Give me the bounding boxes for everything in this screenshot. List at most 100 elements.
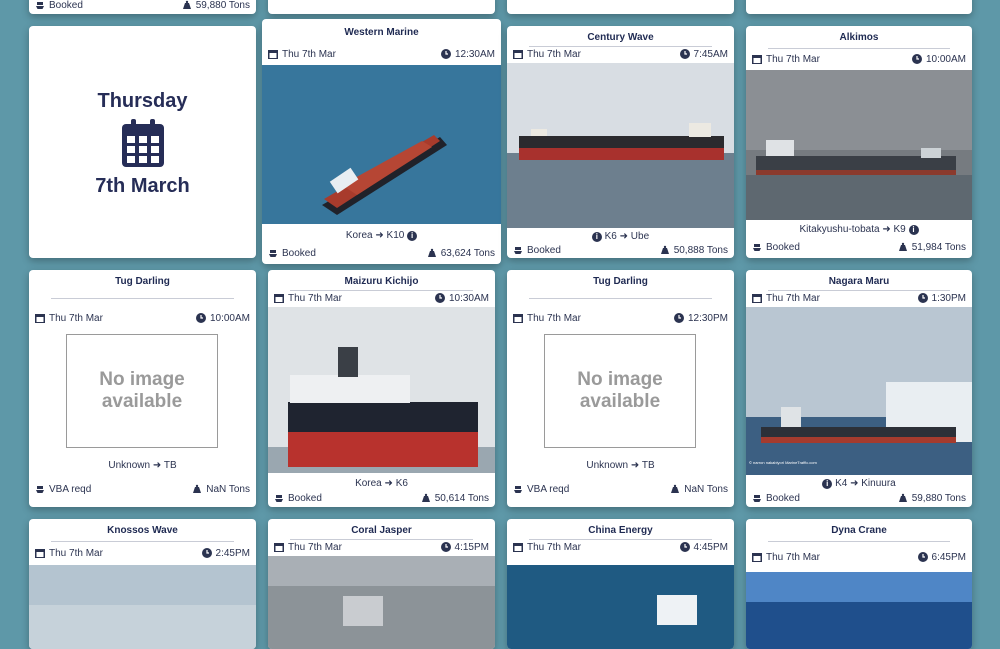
arrival-date: Thu 7th Mar xyxy=(766,292,820,304)
ship-photo xyxy=(29,565,256,649)
ship-card[interactable]: Tug Darling Thu 7th Mar 12:30PM No image… xyxy=(507,270,734,507)
arrival-date: Thu 7th Mar xyxy=(49,312,103,324)
route-to: Ube xyxy=(630,231,650,242)
arrival-time: 4:45PM xyxy=(693,541,728,553)
ship-card-partial[interactable] xyxy=(746,0,972,14)
weight-icon xyxy=(898,242,907,251)
tonnage-label: NaN Tons xyxy=(206,483,250,495)
weight-icon xyxy=(671,484,680,493)
status-label: Booked xyxy=(766,492,800,504)
arrow-right-icon: ➜ xyxy=(619,231,629,242)
ship-name: Alkimos xyxy=(839,32,879,43)
arrow-right-icon: ➜ xyxy=(850,478,859,489)
ship-card[interactable]: Tug Darling Thu 7th Mar 10:00AM No image… xyxy=(29,270,256,507)
status-label: Booked xyxy=(288,492,322,504)
calendar-icon xyxy=(752,55,762,64)
calendar-icon xyxy=(274,294,284,303)
tonnage-label: 51,984 Tons xyxy=(911,241,966,253)
arrow-right-icon: ➜ xyxy=(384,478,393,489)
divider xyxy=(51,298,234,299)
ship-icon xyxy=(36,2,44,9)
ship-card-partial[interactable] xyxy=(507,0,734,14)
ship-card[interactable]: Western Marine Thu 7th Mar 12:30AM Korea… xyxy=(262,19,501,264)
ship-card[interactable]: Dyna Crane Thu 7th Mar 6:45PM xyxy=(746,519,972,649)
divider xyxy=(768,48,950,49)
weight-icon xyxy=(898,493,907,502)
no-image-placeholder: No image available xyxy=(66,334,218,448)
clock-icon xyxy=(434,293,445,303)
ship-photo xyxy=(746,307,972,475)
photo-credit: © narron nakabiyori MarineTraffic.com xyxy=(749,460,817,465)
ship-card[interactable]: China Energy Thu 7th Mar 4:45PM xyxy=(507,519,734,649)
status-label: Booked xyxy=(527,244,561,256)
tonnage-label: 50,888 Tons xyxy=(673,244,728,256)
arrival-date: Thu 7th Mar xyxy=(527,541,581,553)
ship-photo xyxy=(746,572,972,649)
info-icon[interactable]: i xyxy=(908,225,919,235)
ship-name: Tug Darling xyxy=(115,276,170,287)
weight-icon xyxy=(427,248,436,257)
ship-card-partial[interactable]: Booked 59,880 Tons xyxy=(29,0,256,14)
ship-name: China Energy xyxy=(588,525,653,536)
calendar-icon xyxy=(513,50,523,59)
weight-icon xyxy=(660,245,669,254)
arrival-date: Thu 7th Mar xyxy=(288,541,342,553)
ship-photo xyxy=(746,70,972,220)
calendar-icon xyxy=(35,314,45,323)
calendar-icon xyxy=(752,553,762,562)
ship-card[interactable]: Coral Jasper Thu 7th Mar 4:15PM xyxy=(268,519,495,649)
ship-name: Tug Darling xyxy=(593,276,648,287)
ship-name: Dyna Crane xyxy=(831,525,887,536)
arrival-date: Thu 7th Mar xyxy=(766,551,820,563)
status-label: Booked xyxy=(49,0,83,11)
arrival-date: Thu 7th Mar xyxy=(49,547,103,559)
tonnage-label: 59,880 Tons xyxy=(911,492,966,504)
route-to: K9 xyxy=(893,224,906,235)
arrival-date: Thu 7th Mar xyxy=(527,312,581,324)
arrival-date: Thu 7th Mar xyxy=(527,48,581,60)
clock-icon xyxy=(917,552,928,562)
status-label: VBA reqd xyxy=(527,483,570,495)
calendar-icon xyxy=(513,314,523,323)
divider xyxy=(768,541,950,542)
info-icon[interactable]: i xyxy=(822,479,833,489)
ship-card[interactable]: Nagara Maru Thu 7th Mar 1:30PM © narron … xyxy=(746,270,972,507)
arrival-time: 10:00AM xyxy=(209,312,250,324)
weight-icon xyxy=(421,493,430,502)
ship-name: Century Wave xyxy=(587,32,654,43)
calendar-icon xyxy=(122,119,164,167)
tonnage-label: 50,614 Tons xyxy=(434,492,489,504)
ship-icon xyxy=(753,244,761,251)
clock-icon xyxy=(195,313,206,323)
ship-photo xyxy=(262,65,501,224)
info-icon[interactable]: i xyxy=(591,232,602,242)
tonnage-label: 63,624 Tons xyxy=(440,247,495,259)
calendar-icon xyxy=(35,549,45,558)
arrow-right-icon: ➜ xyxy=(152,460,162,471)
clock-icon xyxy=(911,54,922,64)
clock-icon xyxy=(679,542,690,552)
ship-name: Nagara Maru xyxy=(828,276,890,287)
route-to: K10 xyxy=(386,230,405,241)
calendar-icon xyxy=(274,543,284,552)
tonnage-label: NaN Tons xyxy=(684,483,728,495)
arrow-right-icon: ➜ xyxy=(882,224,891,235)
clock-icon xyxy=(440,542,451,552)
ship-card[interactable]: Maizuru Kichijo Thu 7th Mar 10:30AM Kore… xyxy=(268,270,495,507)
arrow-right-icon: ➜ xyxy=(375,230,384,241)
info-icon[interactable]: i xyxy=(407,231,418,241)
ship-name: Maizuru Kichijo xyxy=(344,276,419,287)
ship-card[interactable]: Knossos Wave Thu 7th Mar 2:45PM xyxy=(29,519,256,649)
calendar-icon xyxy=(513,543,523,552)
arrival-time: 10:00AM xyxy=(925,53,966,65)
arrival-date: Thu 7th Mar xyxy=(766,53,820,65)
ship-card[interactable]: Century Wave Thu 7th Mar 7:45AM i K6 ➜ U… xyxy=(507,26,734,258)
calendar-icon xyxy=(752,294,762,303)
ship-name: Coral Jasper xyxy=(351,525,412,536)
ship-card[interactable]: Alkimos Thu 7th Mar 10:00AM Kitakyushu-t… xyxy=(746,26,972,258)
arrival-time: 7:45AM xyxy=(693,48,728,60)
ship-icon xyxy=(514,247,522,254)
route-to: K6 xyxy=(395,478,408,489)
ship-card-partial[interactable] xyxy=(268,0,495,14)
ship-icon xyxy=(514,486,522,493)
